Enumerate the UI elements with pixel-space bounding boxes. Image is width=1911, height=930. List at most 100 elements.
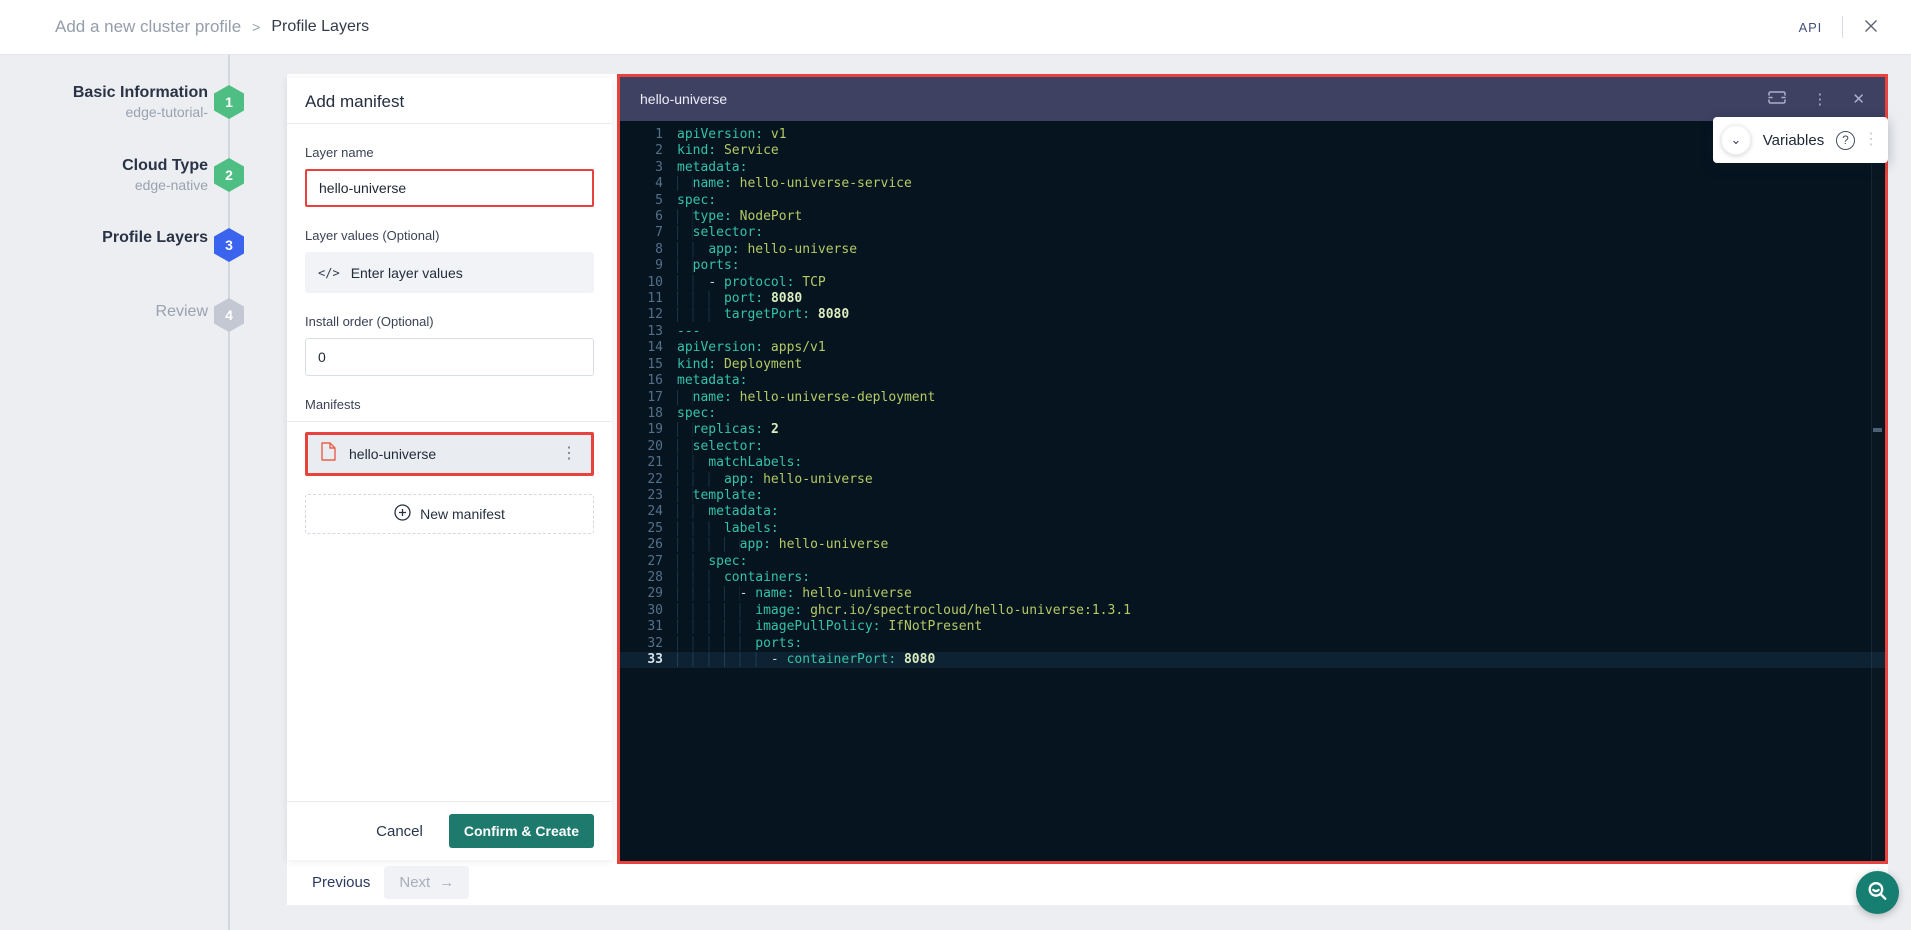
editor-close-button[interactable]: ✕ bbox=[1852, 92, 1865, 107]
cancel-button[interactable]: Cancel bbox=[376, 823, 423, 840]
step-title: Cloud Type bbox=[122, 156, 208, 176]
enter-layer-values-button[interactable]: </> Enter layer values bbox=[305, 252, 594, 293]
manifest-item-name: hello-universe bbox=[349, 446, 555, 462]
breadcrumb-parent: Add a new cluster profile bbox=[55, 17, 241, 37]
editor-header: hello-universe ⋮ ✕ bbox=[620, 77, 1885, 121]
previous-button[interactable]: Previous bbox=[312, 874, 370, 891]
step-number-badge: 1 bbox=[214, 85, 244, 119]
code-line-11: 11 port: 8080 bbox=[620, 291, 1885, 307]
editor-menu-button[interactable]: ⋮ bbox=[1812, 92, 1827, 107]
variables-help-button[interactable]: ? bbox=[1836, 131, 1855, 150]
line-number: 21 bbox=[620, 455, 663, 471]
install-order-input[interactable] bbox=[305, 338, 594, 376]
variables-label: Variables bbox=[1759, 132, 1828, 149]
line-number: 24 bbox=[620, 504, 663, 520]
step-labels: Cloud Typeedge-native bbox=[122, 156, 208, 195]
code-line-17: 17 name: hello-universe-deployment bbox=[620, 390, 1885, 406]
code-lines: 1apiVersion: v12kind: Service3metadata:4… bbox=[620, 127, 1885, 668]
line-number: 26 bbox=[620, 537, 663, 553]
variables-menu-button[interactable]: ⋮ bbox=[1863, 132, 1879, 148]
code-line-30: 30 image: ghcr.io/spectrocloud/hello-uni… bbox=[620, 603, 1885, 619]
code-line-18: 18spec: bbox=[620, 406, 1885, 422]
api-button[interactable]: API bbox=[1799, 20, 1822, 35]
code-line-4: 4 name: hello-universe-service bbox=[620, 176, 1885, 192]
wizard-close-button[interactable] bbox=[1863, 18, 1879, 37]
manifests-label: Manifests bbox=[305, 397, 594, 412]
code-line-9: 9 ports: bbox=[620, 258, 1885, 274]
code-line-27: 27 spec: bbox=[620, 554, 1885, 570]
plus-circle-icon bbox=[394, 504, 411, 524]
line-number: 15 bbox=[620, 357, 663, 373]
file-icon bbox=[321, 442, 336, 466]
code-line-28: 28 containers: bbox=[620, 570, 1885, 586]
code-line-12: 12 targetPort: 8080 bbox=[620, 307, 1885, 323]
code-line-26: 26 app: hello-universe bbox=[620, 537, 1885, 553]
new-manifest-label: New manifest bbox=[420, 506, 505, 522]
code-line-10: 10 - protocol: TCP bbox=[620, 275, 1885, 291]
line-number: 13 bbox=[620, 324, 663, 340]
line-number: 2 bbox=[620, 143, 663, 159]
split-view-button[interactable] bbox=[1767, 90, 1787, 108]
step-number-badge: 4 bbox=[214, 298, 244, 332]
scrollbar-decoration bbox=[1873, 428, 1882, 432]
manifests-divider bbox=[287, 421, 612, 422]
code-line-20: 20 selector: bbox=[620, 439, 1885, 455]
breadcrumb-separator: > bbox=[252, 19, 260, 35]
step-subtitle: edge-tutorial- bbox=[73, 103, 208, 122]
add-cluster-profile-page: Add a new cluster profile > Profile Laye… bbox=[0, 0, 1911, 930]
manifest-menu-button[interactable]: ⋮ bbox=[555, 444, 583, 464]
editor-scrollbar[interactable] bbox=[1871, 121, 1885, 861]
line-number: 9 bbox=[620, 258, 663, 274]
code-line-31: 31 imagePullPolicy: IfNotPresent bbox=[620, 619, 1885, 635]
step-number-badge: 3 bbox=[214, 228, 244, 262]
layer-name-input[interactable] bbox=[305, 169, 594, 207]
code-brackets-icon: </> bbox=[318, 266, 340, 280]
confirm-create-button[interactable]: Confirm & Create bbox=[449, 814, 594, 848]
step-title: Profile Layers bbox=[102, 228, 208, 248]
line-number: 4 bbox=[620, 176, 663, 192]
wizard-stepper: Basic Informationedge-tutorial- 1 Cloud Ty… bbox=[0, 55, 287, 930]
code-line-2: 2kind: Service bbox=[620, 143, 1885, 159]
next-button[interactable]: Next → bbox=[384, 866, 469, 899]
line-number: 27 bbox=[620, 554, 663, 570]
variables-panel[interactable]: ⌄ Variables ? ⋮ bbox=[1713, 117, 1888, 163]
layer-values-label: Layer values (Optional) bbox=[305, 228, 594, 243]
line-number: 33 bbox=[620, 652, 663, 668]
enter-layer-values-label: Enter layer values bbox=[351, 265, 463, 281]
code-line-14: 14apiVersion: apps/v1 bbox=[620, 340, 1885, 356]
help-launcher-button[interactable] bbox=[1856, 871, 1899, 914]
yaml-editor-panel: hello-universe ⋮ ✕ 1apiVersion: v12kind:… bbox=[617, 74, 1888, 864]
code-line-5: 5spec: bbox=[620, 193, 1885, 209]
variables-expand-button[interactable]: ⌄ bbox=[1721, 125, 1751, 155]
line-number: 30 bbox=[620, 603, 663, 619]
line-number: 7 bbox=[620, 225, 663, 241]
line-number: 11 bbox=[620, 291, 663, 307]
line-number: 19 bbox=[620, 422, 663, 438]
line-number: 6 bbox=[620, 209, 663, 225]
code-line-19: 19 replicas: 2 bbox=[620, 422, 1885, 438]
step-subtitle: edge-native bbox=[122, 176, 208, 195]
code-line-23: 23 template: bbox=[620, 488, 1885, 504]
layer-name-label: Layer name bbox=[305, 145, 594, 160]
code-line-7: 7 selector: bbox=[620, 225, 1885, 241]
next-label: Next bbox=[399, 874, 430, 891]
code-line-24: 24 metadata: bbox=[620, 504, 1885, 520]
line-number: 12 bbox=[620, 307, 663, 323]
breadcrumb: Add a new cluster profile > Profile Laye… bbox=[55, 17, 369, 37]
step-number-badge: 2 bbox=[214, 158, 244, 192]
code-line-16: 16metadata: bbox=[620, 373, 1885, 389]
step-title: Review bbox=[156, 302, 208, 322]
wizard-pager: Previous Next → bbox=[312, 866, 469, 899]
code-line-3: 3metadata: bbox=[620, 160, 1885, 176]
new-manifest-button[interactable]: New manifest bbox=[305, 494, 594, 534]
code-line-1: 1apiVersion: v1 bbox=[620, 127, 1885, 143]
editor-title: hello-universe bbox=[640, 91, 1767, 107]
code-line-21: 21 matchLabels: bbox=[620, 455, 1885, 471]
panel-footer: Cancel Confirm & Create bbox=[287, 801, 612, 860]
line-number: 5 bbox=[620, 193, 663, 209]
page-header: Add a new cluster profile > Profile Laye… bbox=[0, 0, 1911, 55]
arrow-right-icon: → bbox=[439, 874, 454, 891]
step-title: Basic Information bbox=[73, 83, 208, 103]
code-editor-area[interactable]: 1apiVersion: v12kind: Service3metadata:4… bbox=[620, 121, 1885, 861]
manifest-list-item[interactable]: hello-universe ⋮ bbox=[305, 432, 594, 476]
